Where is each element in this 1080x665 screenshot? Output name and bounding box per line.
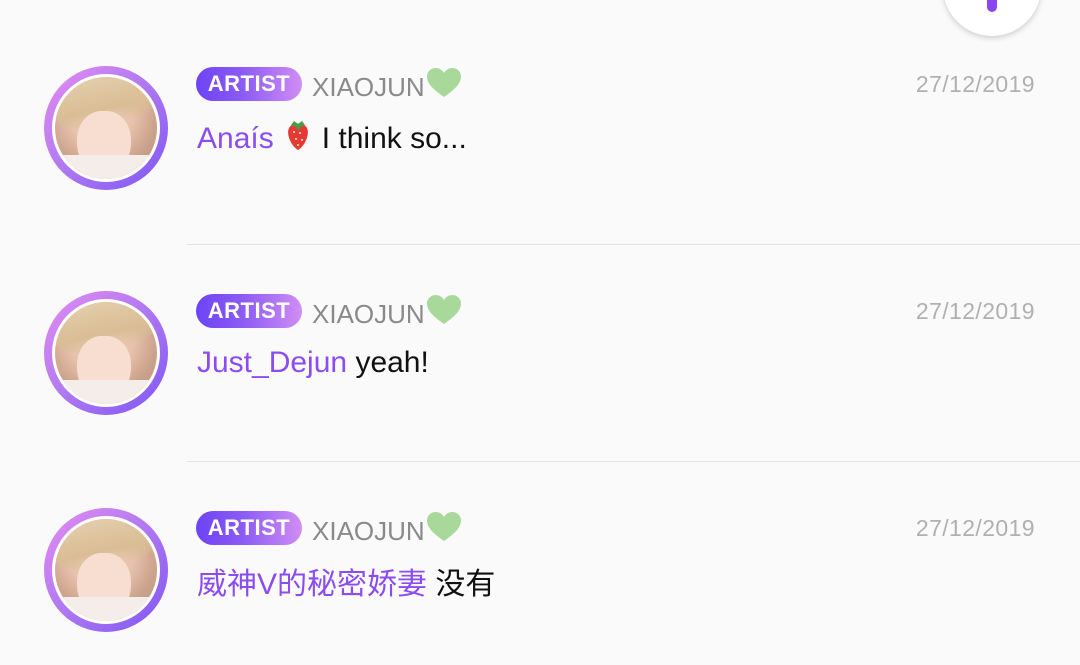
author-name-label: XIAOJUN — [312, 299, 425, 329]
comment-message: Just_Dejun yeah! — [197, 343, 429, 383]
profile-photo — [55, 302, 157, 404]
divider — [187, 461, 1080, 462]
author-name[interactable]: XIAOJUN — [312, 511, 462, 550]
comment-message: 威神V的秘密娇妻 没有 — [197, 565, 495, 605]
comment-timestamp: 27/12/2019 — [915, 298, 1035, 324]
avatar[interactable] — [44, 508, 168, 632]
artist-badge: ARTIST — [196, 294, 302, 328]
profile-photo — [55, 519, 157, 621]
comment-text: yeah! — [355, 346, 429, 379]
comment-text: 没有 — [435, 568, 496, 601]
comment-timestamp: 27/12/2019 — [915, 515, 1035, 541]
comment-item: ARTIST XIAOJUN 27/12/2019 威神V的秘密娇妻 没有 — [0, 0, 1080, 632]
green-heart-icon — [426, 294, 462, 333]
author-name-label: XIAOJUN — [312, 516, 425, 546]
mention-link[interactable]: 威神V的秘密娇妻 — [197, 568, 427, 601]
divider — [187, 244, 1080, 245]
mention-link[interactable]: Just_Dejun — [197, 346, 347, 379]
green-heart-icon — [426, 511, 462, 550]
artist-badge: ARTIST — [196, 511, 302, 545]
author-name[interactable]: XIAOJUN — [312, 294, 462, 333]
avatar[interactable] — [44, 291, 168, 415]
